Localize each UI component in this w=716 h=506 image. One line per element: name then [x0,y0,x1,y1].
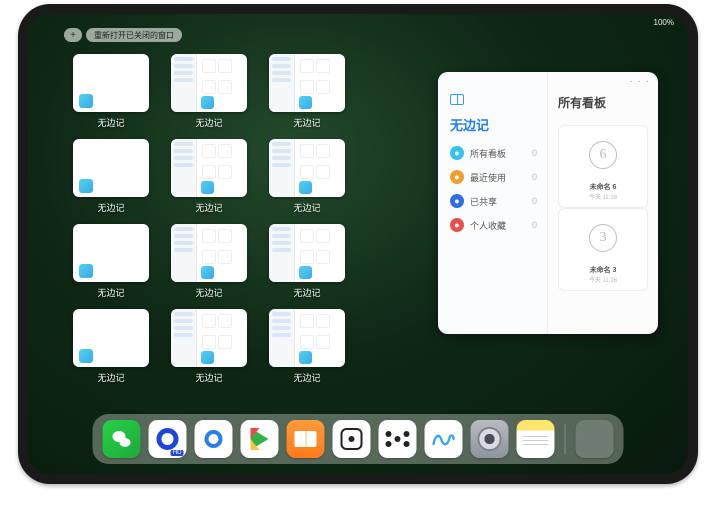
freeform-sidebar: 无边记 ● 所有看板 0 ● 最近使用 0 ● 已共享 0 ● 个人收藏 0 [438,72,548,334]
app-card-label: 无边记 [195,286,222,299]
app-switcher-card[interactable]: 无边记 [170,54,248,129]
app-card-label: 无边记 [97,116,124,129]
dock-app-dots[interactable] [379,420,417,458]
app-card-window [73,54,149,112]
board-date: 今天 11:26 [589,275,617,284]
freeform-sidebar-item[interactable]: ● 所有看板 0 [450,146,537,160]
freeform-panel[interactable]: · · · 无边记 ● 所有看板 0 ● 最近使用 0 ● 已共享 0 ● 个人收藏 0 所有看板 6… [438,72,658,334]
board-name: 未命名 6 [590,182,617,192]
app-card-window [73,139,149,197]
app-switcher-card[interactable]: 无边记 [72,54,150,129]
freeform-sidebar-item[interactable]: ● 已共享 0 [450,194,537,208]
app-card-window [73,224,149,282]
app-switcher-card[interactable]: 无边记 [268,139,346,214]
app-switcher-card[interactable]: 无边记 [72,139,150,214]
freeform-sidebar-title: 无边记 [450,115,537,134]
freeform-icon [432,430,456,448]
freeform-main-title: 所有看板 [558,94,648,111]
app-card-label: 无边记 [195,201,222,214]
quark-icon [157,428,179,450]
play-icon [251,428,269,450]
clock-icon: ● [450,170,464,184]
app-card-window [269,224,345,282]
app-card-label: 无边记 [195,116,222,129]
sidebar-item-count: 0 [532,148,537,158]
app-card-label: 无边记 [195,371,222,384]
app-card-window [171,54,247,112]
freeform-main: 所有看板 6 未命名 6今天 11:28 3 未命名 3今天 11:26 [548,72,658,334]
top-pill-group: + 重新打开已关闭的窗口 [64,28,182,42]
sidebar-item-label: 个人收藏 [470,219,506,232]
sidebar-item-label: 已共享 [470,195,497,208]
dock-app-books[interactable] [287,420,325,458]
app-card-label: 无边记 [97,286,124,299]
app-switcher-card[interactable]: 无边记 [72,224,150,299]
dock-app-quark-hd[interactable]: HD [149,420,187,458]
app-card-label: 无边记 [97,201,124,214]
folder-icon: ● [450,146,464,160]
freeform-board-thumbnail[interactable]: 6 未命名 6今天 11:28 [558,125,648,208]
app-card-label: 无边记 [293,371,320,384]
app-switcher-card[interactable]: 无边记 [72,309,150,384]
sidebar-item-count: 0 [532,220,537,230]
status-battery: 100% [654,18,674,27]
dice-icon [341,428,363,450]
app-switcher-card[interactable]: 无边记 [170,224,248,299]
quark-icon [205,430,223,448]
dock-recent-apps[interactable] [576,420,614,458]
app-card-window [269,54,345,112]
reopen-closed-window-button[interactable]: 重新打开已关闭的窗口 [86,28,182,42]
notes-icon [517,420,555,458]
wechat-icon [111,428,133,450]
app-card-window [171,309,247,367]
board-preview: 6 [580,132,626,178]
app-card-window [269,309,345,367]
app-card-window [269,139,345,197]
heart-icon: ● [450,218,464,232]
sidebar-item-count: 0 [532,172,537,182]
app-switcher-card[interactable]: 无边记 [268,54,346,129]
app-switcher-card[interactable]: 无边记 [268,309,346,384]
sidebar-item-count: 0 [532,196,537,206]
freeform-sidebar-item[interactable]: ● 最近使用 0 [450,170,537,184]
more-icon[interactable]: · · · [629,76,650,87]
dock-separator [565,424,566,454]
app-switcher-grid: 无边记无边记无边记无边记无边记无边记无边记无边记无边记无边记无边记无边记 [72,54,444,384]
book-icon [295,431,317,447]
dock-app-quark[interactable] [195,420,233,458]
hd-badge: HD [171,450,184,456]
board-name: 未命名 3 [590,265,617,275]
app-switcher-card[interactable]: 无边记 [268,224,346,299]
app-card-label: 无边记 [293,201,320,214]
dock-app-wechat[interactable] [103,420,141,458]
dock-app-dice[interactable] [333,420,371,458]
dots-icon [386,431,410,447]
ipad-frame: 100% + 重新打开已关闭的窗口 无边记无边记无边记无边记无边记无边记无边记无… [18,4,698,484]
app-card-window [73,309,149,367]
app-switcher-card[interactable]: 无边记 [170,309,248,384]
sidebar-item-label: 所有看板 [470,147,506,160]
app-card-window [171,224,247,282]
gear-icon [478,427,502,451]
screen: 100% + 重新打开已关闭的窗口 无边记无边记无边记无边记无边记无边记无边记无… [28,14,688,474]
app-switcher-card[interactable]: 无边记 [170,139,248,214]
sidebar-item-label: 最近使用 [470,171,506,184]
app-card-label: 无边记 [293,286,320,299]
board-date: 今天 11:28 [589,192,617,201]
new-window-button[interactable]: + [64,28,82,42]
share-icon: ● [450,194,464,208]
board-preview: 3 [580,215,626,261]
app-card-window [171,139,247,197]
freeform-sidebar-item[interactable]: ● 个人收藏 0 [450,218,537,232]
dock-app-notes[interactable] [517,420,555,458]
dock-app-play[interactable] [241,420,279,458]
app-card-label: 无边记 [97,371,124,384]
freeform-board-thumbnail[interactable]: 3 未命名 3今天 11:26 [558,208,648,291]
app-card-label: 无边记 [293,116,320,129]
dock-app-freeform[interactable] [425,420,463,458]
dock: HD [93,414,624,464]
freeform-book-icon [450,94,464,105]
dock-app-settings[interactable] [471,420,509,458]
